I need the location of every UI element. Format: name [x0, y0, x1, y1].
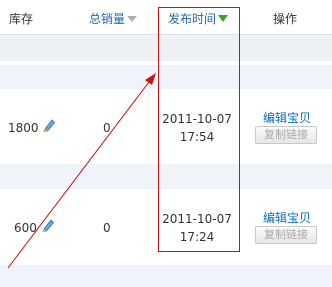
annotation-overlay: [7, 73, 156, 269]
annotation-arrow-line: [7, 77, 153, 269]
annotation-arrow-head: [145, 73, 156, 85]
